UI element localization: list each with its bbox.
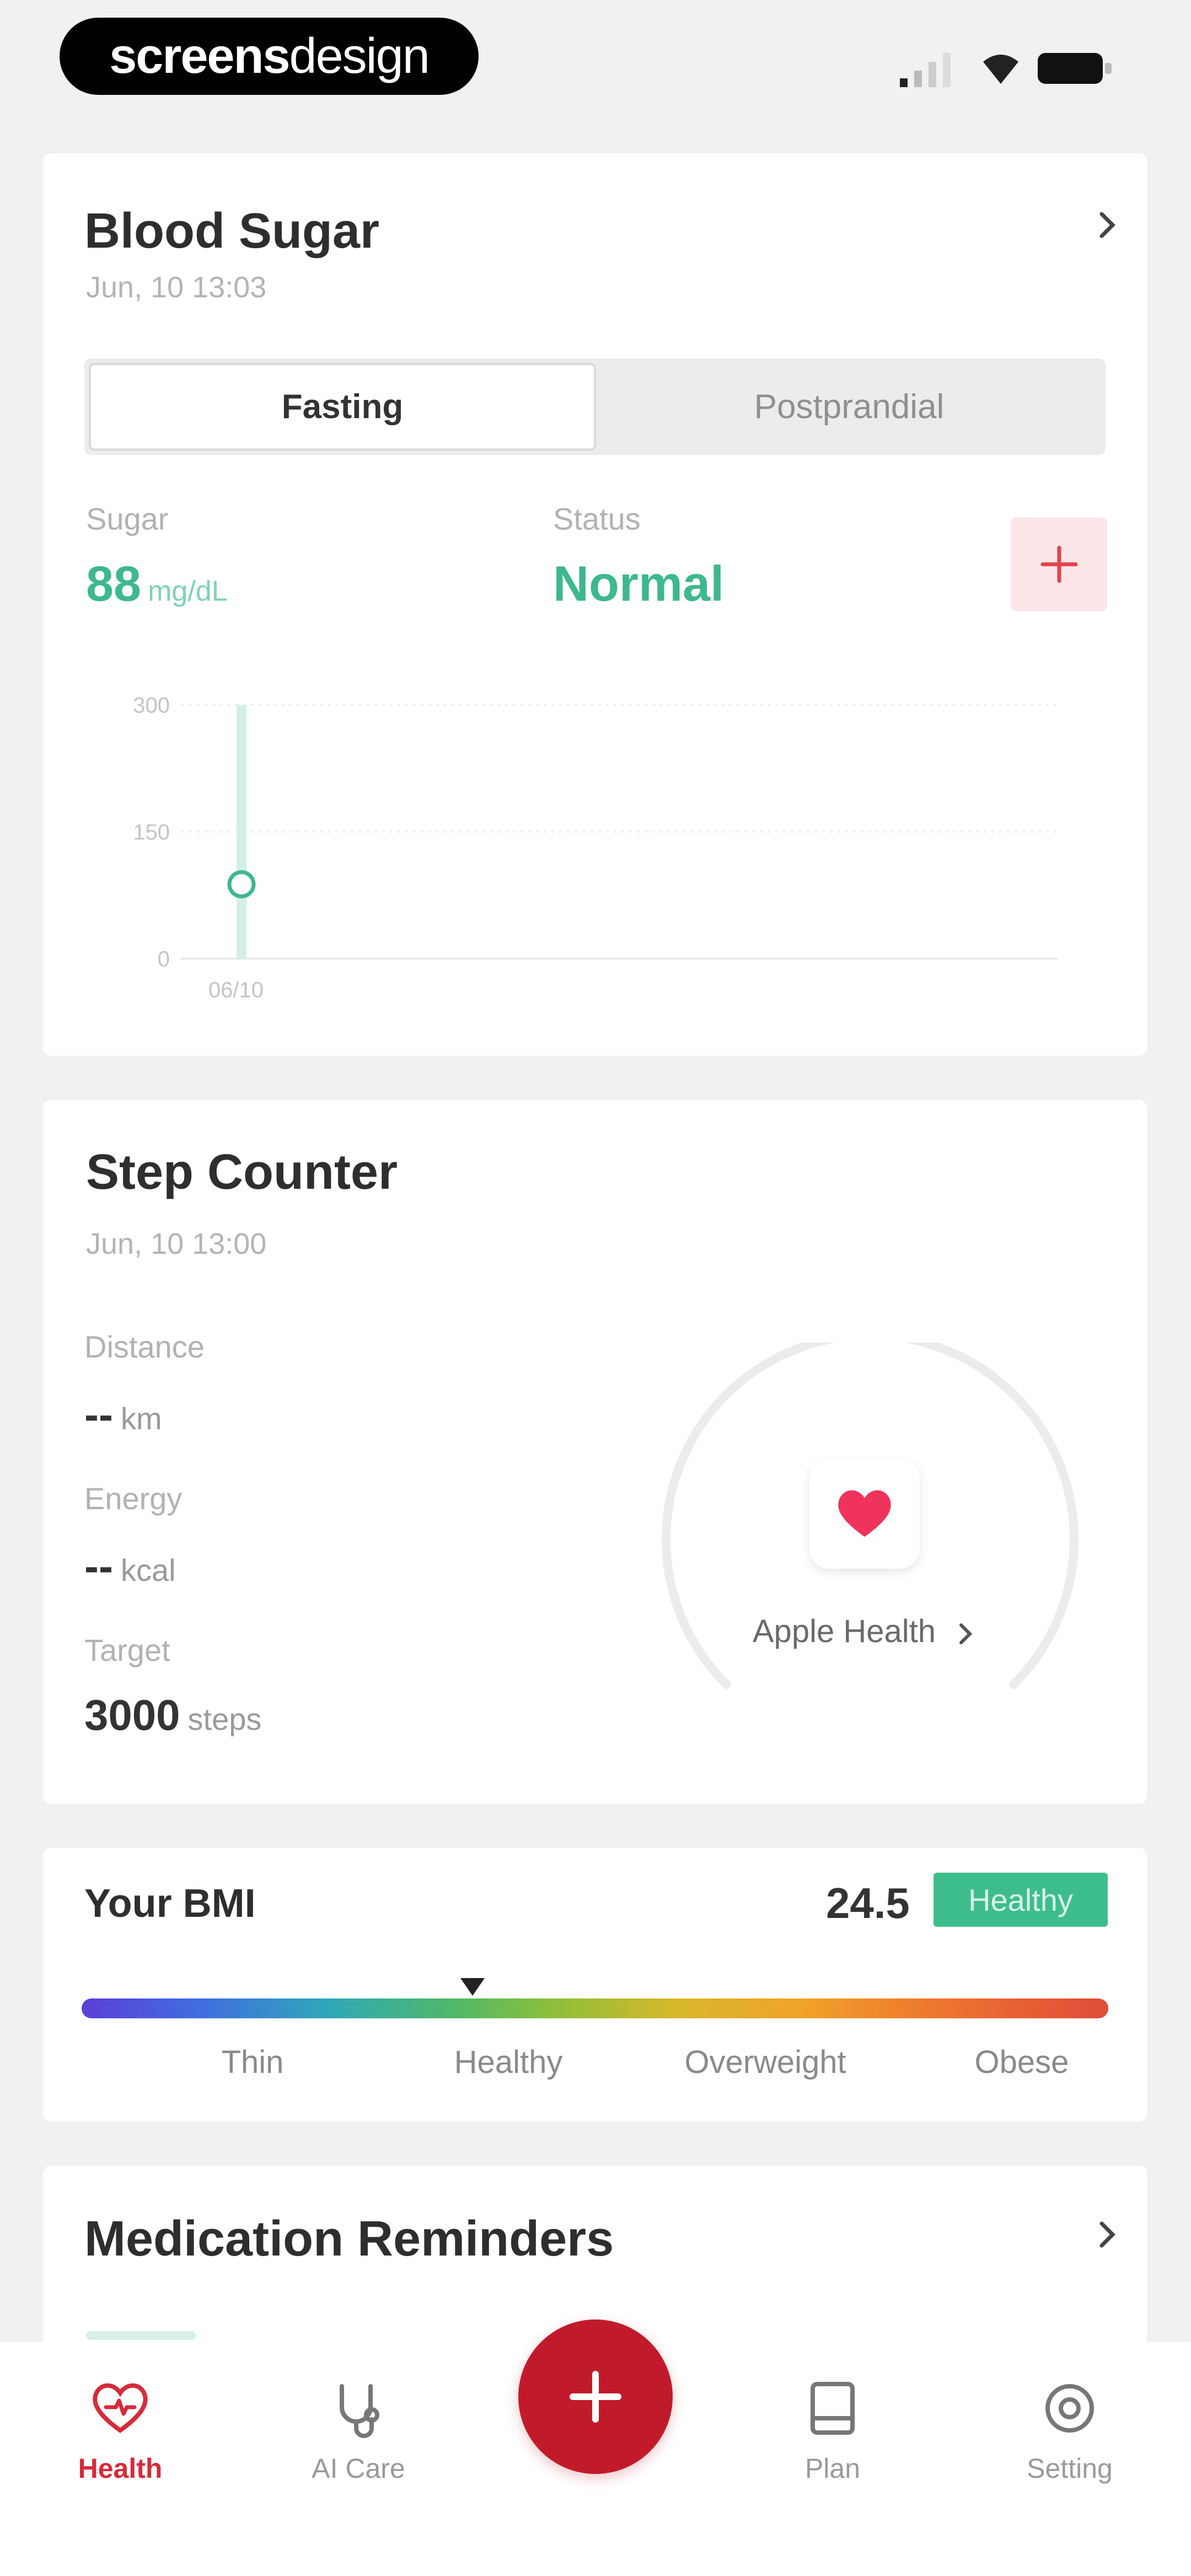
nav-label-ai-care: AI Care	[312, 2453, 405, 2484]
data-point	[227, 870, 256, 899]
plus-icon	[570, 2371, 621, 2423]
apple-health-link[interactable]: Apple Health	[699, 1613, 1030, 1650]
distance-value: --	[84, 1390, 113, 1439]
medication-reminders-title: Medication Reminders	[84, 2211, 614, 2267]
blood-sugar-card[interactable]: Blood Sugar Jun, 10 13:03 Fasting Postpr…	[43, 153, 1147, 1056]
brand-light-text: design	[289, 28, 430, 84]
bmi-title: Your BMI	[84, 1882, 256, 1926]
blood-sugar-chart: 300 150 0 06/10	[133, 693, 1058, 1002]
nav-label-health: Health	[78, 2453, 163, 2484]
heart-icon	[93, 2383, 148, 2433]
x-tick-label: 06/10	[208, 978, 264, 1002]
battery-icon	[1038, 53, 1112, 84]
apple-health-tile[interactable]	[809, 1458, 920, 1569]
target-reading: 3000 steps	[84, 1690, 261, 1740]
step-counter-card[interactable]: Step Counter Jun, 10 13:00 Distance -- km…	[43, 1100, 1147, 1804]
target-value: 3000	[84, 1691, 180, 1739]
bmi-category-obese: Obese	[974, 2044, 1069, 2080]
chevron-right-icon	[959, 1623, 973, 1644]
bmi-category-overweight: Overweight	[684, 2044, 846, 2080]
step-counter-date: Jun, 10 13:00	[86, 1227, 267, 1260]
stethoscope-icon	[340, 2384, 379, 2438]
medication-indicator	[86, 2331, 196, 2340]
signal-icon	[900, 53, 951, 87]
step-counter-title: Step Counter	[86, 1145, 398, 1200]
add-record-fab[interactable]	[518, 2320, 673, 2474]
nav-item-setting[interactable]: Setting	[987, 2342, 1152, 2576]
energy-value: --	[84, 1542, 113, 1590]
heart-icon	[838, 1490, 891, 1537]
bmi-scale-bar	[82, 1998, 1108, 2018]
wifi-icon	[983, 55, 1018, 84]
energy-unit: kcal	[120, 1553, 176, 1588]
brand-badge: screens design	[60, 18, 479, 95]
status-bar: screens design	[0, 0, 1191, 110]
target-label: Target	[84, 1633, 170, 1668]
plan-icon	[811, 2382, 855, 2435]
nav-item-plan[interactable]: Plan	[750, 2342, 915, 2576]
bmi-card[interactable]: Your BMI 24.5 Healthy Thin Healthy Overw…	[43, 1848, 1147, 2121]
y-tick-label: 0	[158, 947, 170, 971]
energy-label: Energy	[84, 1481, 183, 1516]
nav-label-setting: Setting	[1027, 2453, 1113, 2484]
bmi-marker	[460, 1978, 485, 1996]
bmi-category-healthy: Healthy	[454, 2044, 563, 2080]
distance-label: Distance	[84, 1329, 205, 1364]
distance-unit: km	[120, 1401, 162, 1436]
distance-reading: -- km	[84, 1389, 162, 1440]
bmi-category-thin: Thin	[221, 2044, 284, 2080]
y-tick-label: 150	[133, 820, 170, 845]
nav-item-health[interactable]: Health	[37, 2342, 203, 2576]
gear-icon	[1045, 2384, 1094, 2433]
brand-bold-text: screens	[109, 28, 290, 84]
apple-health-label: Apple Health	[752, 1613, 936, 1649]
nav-label-plan: Plan	[804, 2453, 861, 2484]
chevron-right-icon[interactable]	[1091, 2218, 1124, 2251]
nav-item-ai-care[interactable]: AI Care	[276, 2342, 441, 2576]
target-unit: steps	[187, 1702, 262, 1736]
y-tick-label: 300	[133, 693, 170, 718]
energy-reading: -- kcal	[84, 1541, 176, 1591]
bmi-status-badge: Healthy	[934, 1873, 1108, 1927]
bmi-value: 24.5	[826, 1879, 910, 1927]
